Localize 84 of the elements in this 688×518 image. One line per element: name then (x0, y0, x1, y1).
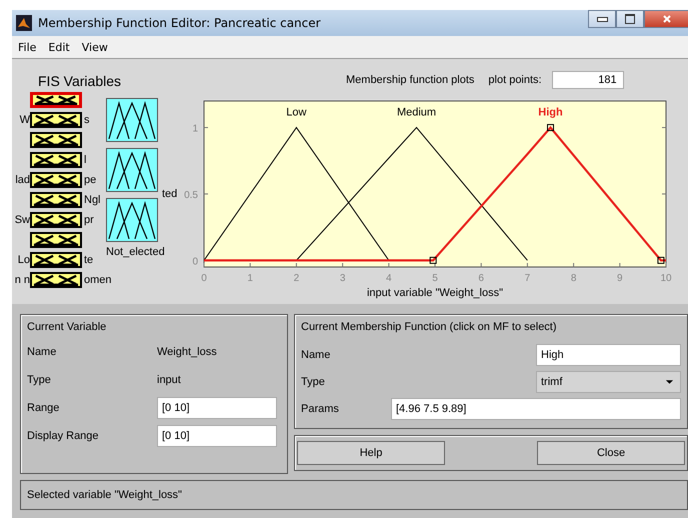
axis-tick-label: 8 (570, 273, 576, 284)
type-dropdown[interactable]: trimf (536, 370, 681, 392)
close-button[interactable] (644, 10, 688, 28)
minimize-button[interactable] (588, 10, 616, 28)
field-label: Type (27, 373, 52, 388)
input-variable-box[interactable] (30, 212, 82, 228)
mf-label: Medium (396, 106, 436, 119)
variable-label: lad (15, 174, 30, 186)
input-variable-box[interactable] (30, 172, 82, 188)
axis-tick-label: 10 (660, 273, 672, 284)
axis-tick-label: 6 (478, 273, 484, 284)
maximize-button[interactable] (616, 10, 644, 28)
input-variable-box[interactable] (30, 152, 82, 168)
axis-tick-label: 5 (432, 273, 438, 284)
input-variable-box[interactable] (30, 252, 82, 268)
close-icon (662, 14, 672, 24)
field-label: Range (27, 401, 60, 416)
variable-label: l (84, 154, 86, 166)
params-field[interactable]: [4.96 7.5 9.89] (391, 398, 681, 420)
input-variable-box[interactable] (30, 232, 82, 248)
membership-curve[interactable] (204, 126, 666, 262)
variable-type: input (157, 373, 182, 388)
input-variable-box[interactable] (30, 132, 82, 148)
vertex-handle[interactable] (430, 256, 437, 264)
menu-item[interactable]: Edit (48, 40, 70, 54)
output-variable-box[interactable] (106, 148, 158, 192)
status-bar: Selected variable "Weight_loss" (20, 480, 688, 510)
input-variable-box[interactable] (30, 272, 82, 288)
variable-label: omen (84, 274, 112, 286)
axis-tick-label: 0 (192, 256, 198, 268)
variable-label: Lo (18, 254, 30, 266)
membership-curve[interactable] (204, 126, 390, 261)
display-range-field[interactable]: [0 10] (157, 425, 277, 447)
vertex-handle[interactable] (547, 124, 554, 132)
variable-label: pr (84, 214, 94, 226)
variable-label: n n (14, 274, 30, 286)
variable-label: Not_elected (106, 246, 165, 258)
range-field[interactable]: [0 10] (157, 397, 277, 419)
window-title: Membership Function Editor: Pancreatic cancer (38, 16, 322, 30)
axis-tick-label: 3 (340, 273, 346, 284)
input-variable-box[interactable] (30, 92, 82, 108)
plot-points-field[interactable]: 181 (552, 71, 624, 89)
field-label: Name (301, 348, 332, 360)
plot-title: Membership function plots (346, 74, 474, 86)
membership-curve[interactable] (296, 126, 528, 261)
field-label: Params (301, 402, 340, 414)
field-label: Display Range (27, 429, 100, 444)
field-label: Name (27, 345, 58, 360)
field-label: Type (301, 376, 326, 388)
variable-name: Weight_loss (157, 345, 218, 360)
close-button[interactable]: Close (537, 441, 685, 465)
app-icon (16, 15, 32, 31)
output-variable-box[interactable] (106, 98, 158, 142)
variable-label: ted (162, 188, 178, 200)
axis-label: input variable "Weight_loss" (367, 287, 503, 299)
help-button[interactable]: Help (297, 441, 445, 465)
vertex-handle[interactable] (657, 256, 664, 264)
panel-title: Current Variable (27, 321, 108, 333)
variable-label: W (20, 114, 30, 126)
variable-label: te (84, 254, 94, 266)
input-variable-box[interactable] (30, 192, 82, 208)
axis-tick-label: 4 (386, 273, 392, 284)
field-label: plot points: (488, 74, 542, 86)
menu-item[interactable]: File (18, 40, 36, 54)
dropdown-arrow-icon (665, 378, 674, 384)
name-field[interactable]: High (536, 344, 681, 366)
axis-tick-label: 7 (524, 273, 530, 284)
axis-tick-label: 0 (201, 273, 207, 284)
axis-tick-label: 9 (617, 273, 623, 284)
mf-label: Low (286, 106, 306, 119)
axis-tick-label: 1 (192, 124, 198, 135)
output-variable-box[interactable] (106, 198, 158, 242)
variable-label: pe (84, 174, 96, 186)
mf-label: High (538, 106, 563, 119)
menu-item[interactable]: View (82, 40, 108, 54)
axis-tick-label: 2 (294, 273, 300, 284)
input-variable-box[interactable] (30, 112, 82, 128)
variable-label: s (84, 114, 90, 126)
section-title: FIS Variables (38, 73, 122, 89)
panel-title: Current Membership Function (click on MF to select) (301, 321, 558, 333)
variable-label: Sw (14, 214, 30, 226)
variable-label: Ngl (84, 194, 101, 206)
axis-tick-label: 0.5 (184, 190, 198, 201)
axis-tick-label: 1 (247, 273, 253, 284)
